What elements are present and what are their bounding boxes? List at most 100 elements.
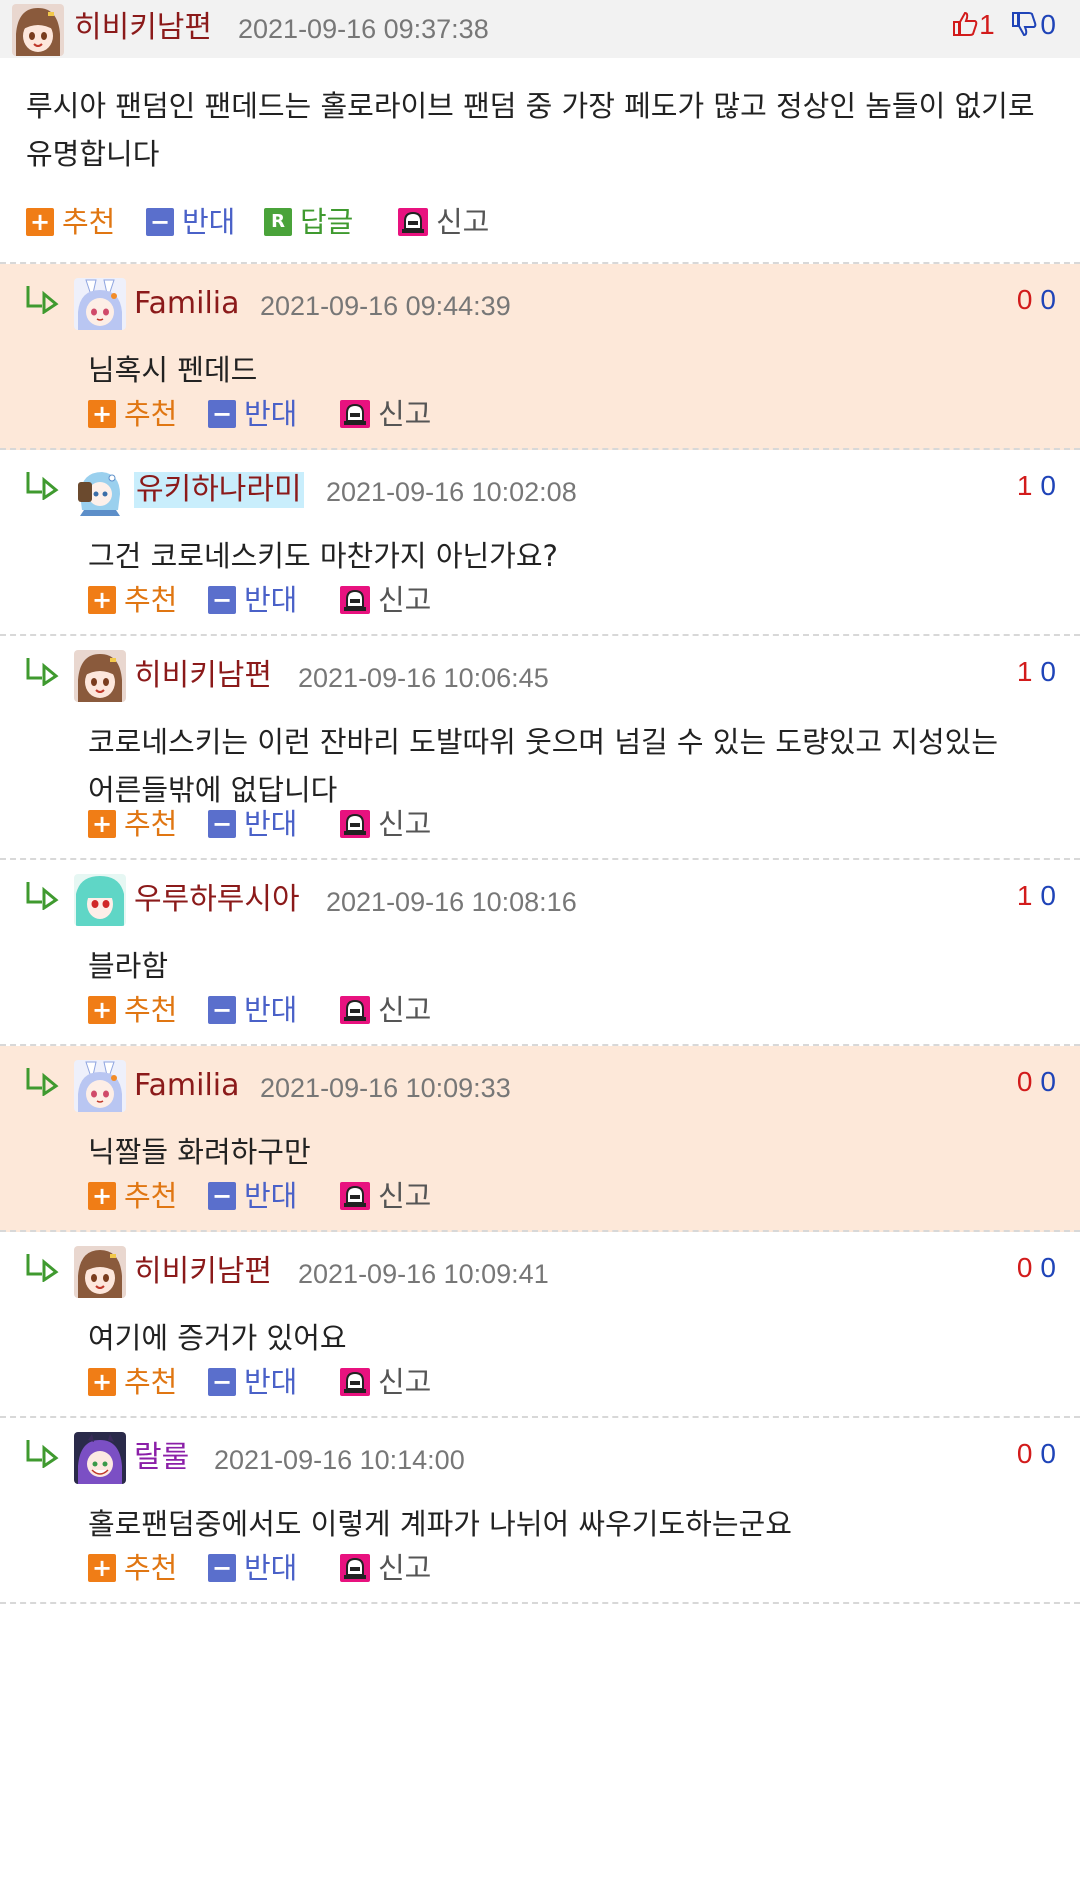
recommend-label: 추천: [124, 807, 178, 841]
pekora-avatar[interactable]: [74, 278, 126, 330]
recommend-button[interactable]: + 추천: [88, 1364, 177, 1400]
nickname[interactable]: 우루하루시아: [134, 882, 300, 918]
rushia-avatar[interactable]: [74, 874, 126, 926]
recommend-label: 추천: [124, 1551, 178, 1585]
report-button[interactable]: 신고: [340, 806, 431, 842]
nickname[interactable]: 히비키남편: [74, 10, 212, 46]
reply-comment: 유키하나라미 2021-09-16 10:02:08 10 그건 코로네스키도 …: [0, 450, 1080, 636]
nickname[interactable]: Familia: [134, 286, 240, 322]
recommend-label: 추천: [124, 397, 178, 431]
siren-icon: [340, 1554, 370, 1582]
oppose-label: 반대: [244, 1551, 298, 1585]
comment-actions: + 추천 − 반대 신고: [88, 1178, 988, 1218]
comment-actions: + 추천 − 반대 신고: [88, 992, 988, 1032]
oppose-button[interactable]: − 반대: [146, 204, 235, 240]
recommend-button[interactable]: + 추천: [88, 396, 177, 432]
reply-arrow-icon: [26, 472, 59, 500]
minus-icon: −: [146, 208, 174, 236]
vote-counts: 00: [1017, 1438, 1056, 1470]
recommend-button[interactable]: + 추천: [88, 992, 177, 1028]
report-button[interactable]: 신고: [340, 1364, 431, 1400]
report-label: 신고: [378, 1551, 432, 1585]
plus-icon: +: [88, 996, 116, 1024]
reply-comment: 히비키남편 2021-09-16 10:06:45 10 코로네스키는 이런 잔…: [0, 636, 1080, 860]
report-label: 신고: [378, 397, 432, 431]
vote-counts: 10: [1017, 656, 1056, 688]
down-count: 0: [1040, 1066, 1056, 1097]
nickname[interactable]: 랄룰: [134, 1440, 189, 1476]
nickname[interactable]: 유키하나라미: [134, 472, 304, 508]
korone-avatar[interactable]: [74, 650, 126, 702]
nickname[interactable]: Familia: [134, 1068, 240, 1104]
oppose-label: 반대: [244, 1365, 298, 1399]
reply-comment: 히비키남편 2021-09-16 10:09:41 00 여기에 증거가 있어요…: [0, 1232, 1080, 1418]
siren-icon: [340, 996, 370, 1024]
siren-icon: [340, 810, 370, 838]
lamy-avatar[interactable]: [74, 464, 126, 516]
report-button[interactable]: 신고: [340, 992, 431, 1028]
recommend-label: 추천: [124, 1179, 178, 1213]
reply-comment: Familia 2021-09-16 09:44:39 00 님혹시 펜데드 +…: [0, 264, 1080, 450]
pekora-avatar[interactable]: [74, 1060, 126, 1112]
recommend-button[interactable]: + 추천: [88, 582, 177, 618]
report-button[interactable]: 신고: [398, 204, 489, 240]
recommend-label: 추천: [124, 583, 178, 617]
nickname[interactable]: 히비키남편: [134, 1254, 272, 1290]
vote-counts: 10: [1017, 880, 1056, 912]
towa-avatar[interactable]: [74, 1432, 126, 1484]
nickname[interactable]: 히비키남편: [134, 658, 272, 694]
plus-icon: +: [88, 1368, 116, 1396]
recommend-label: 추천: [124, 993, 178, 1027]
oppose-button[interactable]: − 반대: [208, 1178, 297, 1214]
oppose-label: 반대: [244, 397, 298, 431]
reply-comment: 랄룰 2021-09-16 10:14:00 00 홀로팬덤중에서도 이렇게 계…: [0, 1418, 1080, 1604]
down-count: 0: [1040, 1438, 1056, 1469]
comment-text: 그건 코로네스키도 마찬가지 아닌가요?: [88, 539, 558, 573]
recommend-button[interactable]: + 추천: [88, 1178, 177, 1214]
comment-header: 히비키남편 2021-09-16 09:37:38 1 0: [0, 0, 1080, 58]
reply-label: 답글: [300, 205, 354, 239]
thumbs-down-icon: [1012, 12, 1037, 37]
oppose-button[interactable]: − 반대: [208, 806, 297, 842]
minus-icon: −: [208, 1368, 236, 1396]
oppose-label: 반대: [182, 205, 236, 239]
reply-comment: Familia 2021-09-16 10:09:33 00 닉짤들 화려하구만…: [0, 1046, 1080, 1232]
report-label: 신고: [378, 807, 432, 841]
minus-icon: −: [208, 1182, 236, 1210]
up-count: 1: [1016, 656, 1033, 687]
comment-actions: + 추천 − 반대 신고: [88, 806, 988, 846]
down-count: 0: [1040, 284, 1056, 315]
oppose-button[interactable]: − 반대: [208, 992, 297, 1028]
korone-avatar[interactable]: [12, 4, 64, 56]
oppose-button[interactable]: − 반대: [208, 582, 297, 618]
report-button[interactable]: 신고: [340, 1178, 431, 1214]
korone-avatar[interactable]: [74, 1246, 126, 1298]
recommend-label: 추천: [124, 1365, 178, 1399]
reply-arrow-icon: [26, 286, 59, 314]
recommend-button[interactable]: + 추천: [88, 806, 177, 842]
oppose-button[interactable]: − 반대: [208, 1364, 297, 1400]
reply-button[interactable]: R 답글: [264, 204, 353, 240]
up-count: 1: [1016, 880, 1033, 911]
recommend-button[interactable]: + 추천: [26, 204, 115, 240]
down-count: 0: [1040, 470, 1056, 501]
oppose-label: 반대: [244, 807, 298, 841]
comment-actions: + 추천 − 반대 신고: [88, 1550, 988, 1590]
reply-arrow-icon: [26, 658, 59, 686]
comment-text: 블라함: [88, 949, 169, 983]
up-count: 1: [1016, 470, 1033, 501]
comment-datetime: 2021-09-16 10:14:00: [214, 1445, 465, 1475]
plus-icon: +: [88, 586, 116, 614]
reply-list: Familia 2021-09-16 09:44:39 00 님혹시 펜데드 +…: [0, 264, 1080, 1604]
comment-text: 님혹시 펜데드: [88, 353, 258, 387]
minus-icon: −: [208, 400, 236, 428]
report-button[interactable]: 신고: [340, 582, 431, 618]
comment-datetime: 2021-09-16 10:08:16: [326, 887, 577, 917]
minus-icon: −: [208, 1554, 236, 1582]
oppose-button[interactable]: − 반대: [208, 1550, 297, 1586]
recommend-button[interactable]: + 추천: [88, 1550, 177, 1586]
report-button[interactable]: 신고: [340, 396, 431, 432]
report-button[interactable]: 신고: [340, 1550, 431, 1586]
vote-counts: 00: [1017, 1252, 1056, 1284]
oppose-button[interactable]: − 반대: [208, 396, 297, 432]
